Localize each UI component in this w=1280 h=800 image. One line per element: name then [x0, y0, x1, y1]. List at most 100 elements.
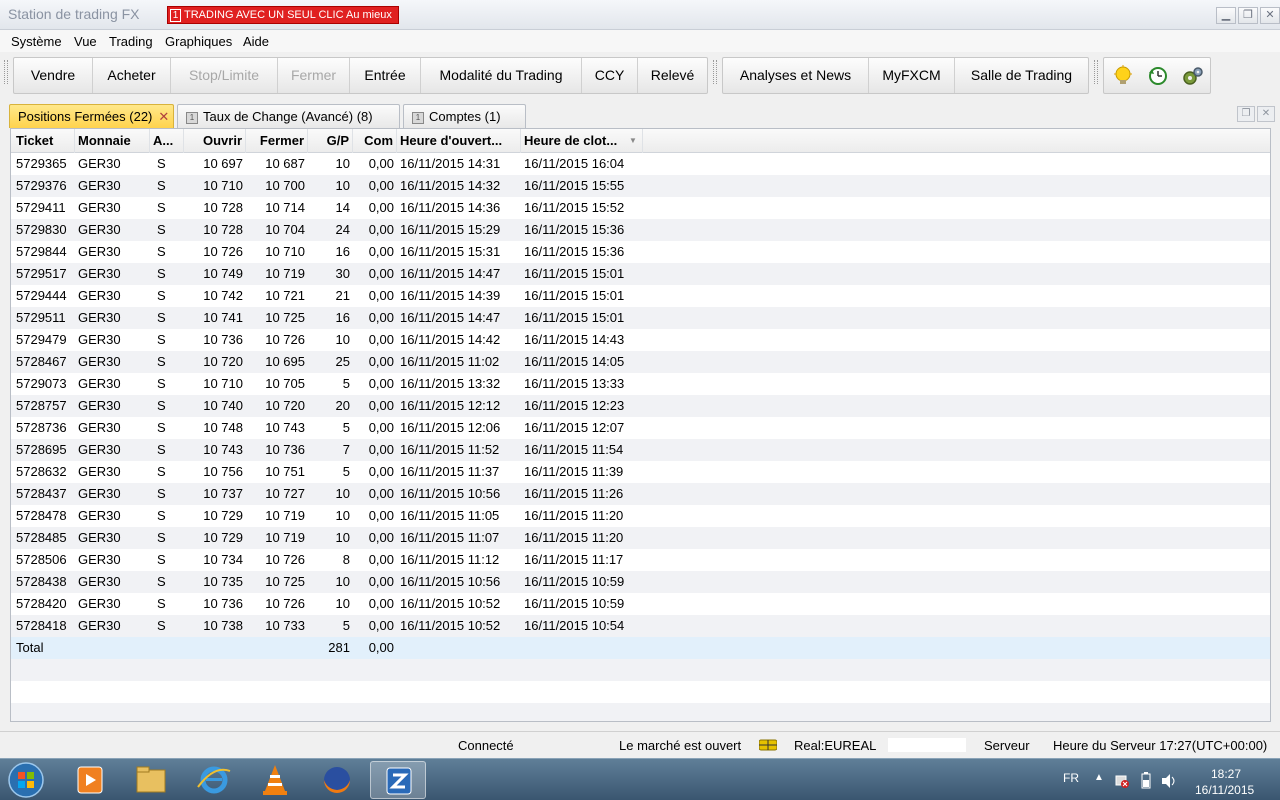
table-row[interactable]: 5729365 GER30 S 10 697 10 687 10 0,00 16/11/201…: [11, 153, 1270, 175]
releve-button[interactable]: Relevé: [638, 58, 707, 93]
table-row[interactable]: 5728437 GER30 S 10 737 10 727 10 0,00 16/11/201…: [11, 483, 1270, 505]
table-row[interactable]: 5729517 GER30 S 10 749 10 719 30 0,00 16/11/201…: [11, 263, 1270, 285]
column-header-ouvrir[interactable]: Ouvrir: [184, 129, 246, 153]
ccy-button[interactable]: CCY: [582, 58, 638, 93]
column-header-fermer[interactable]: Fermer: [246, 129, 308, 153]
network-warning-icon[interactable]: [1114, 773, 1130, 789]
clock-refresh-icon[interactable]: [1146, 64, 1170, 88]
clock-date[interactable]: 16/11/2015: [1195, 783, 1254, 797]
menu-trading[interactable]: Trading: [109, 34, 153, 49]
cell-ouvrir: 10 728: [203, 200, 243, 215]
column-header-heure-ouverture[interactable]: Heure d'ouvert...: [397, 129, 521, 153]
table-row[interactable]: 5728418 GER30 S 10 738 10 733 5 0,00 16/11/2015…: [11, 615, 1270, 637]
toolbar: Vendre Acheter Stop/Limite Fermer Entrée…: [0, 54, 1280, 96]
cell-gp: 5: [342, 420, 350, 435]
table-row[interactable]: 5728506 GER30 S 10 734 10 726 8 0,00 16/11/2015…: [11, 549, 1270, 571]
fxcm-app-icon[interactable]: [370, 761, 426, 799]
tab-positions-fermees[interactable]: Positions Fermées (22) ✕: [9, 104, 174, 128]
language-indicator[interactable]: FR: [1063, 771, 1079, 785]
cell-com: 0,00: [368, 530, 394, 545]
table-row[interactable]: 5729073 GER30 S 10 710 10 705 5 0,00 16/11/2015…: [11, 373, 1270, 395]
table-row[interactable]: 5729376 GER30 S 10 710 10 700 10 0,00 16/11/201…: [11, 175, 1270, 197]
table-row[interactable]: 5729830 GER30 S 10 728 10 704 24 0,00 16/11/201…: [11, 219, 1270, 241]
column-header-com[interactable]: Com: [353, 129, 397, 153]
cell-heure-ouverture: 16/11/2015 11:02: [400, 354, 500, 369]
one-click-trading-button[interactable]: 1 TRADING AVEC UN SEUL CLIC Au mieux: [167, 6, 399, 24]
vendre-button[interactable]: Vendre: [14, 58, 93, 93]
salle-trading-button[interactable]: Salle de Trading: [955, 58, 1088, 93]
table-row[interactable]: 5729444 GER30 S 10 742 10 721 21 0,00 16/11/201…: [11, 285, 1270, 307]
column-header-heure-cloture[interactable]: Heure de clot...: [521, 129, 643, 153]
tab-taux-de-change[interactable]: 1 Taux de Change (Avancé) (8): [177, 104, 400, 128]
table-row[interactable]: 5728467 GER30 S 10 720 10 695 25 0,00 16/11/201…: [11, 351, 1270, 373]
table-row[interactable]: 5729511 GER30 S 10 741 10 725 16 0,00 16/11/201…: [11, 307, 1270, 329]
cell-gp: 14: [335, 200, 350, 215]
gears-icon[interactable]: [1181, 64, 1205, 88]
cell-gp: 10: [335, 508, 350, 523]
toolbar-grip[interactable]: [4, 60, 8, 84]
battery-icon[interactable]: [1140, 772, 1152, 790]
windows-start-icon[interactable]: [2, 760, 50, 800]
cell-gp: 5: [342, 618, 350, 633]
panel-close-button[interactable]: ✕: [1257, 106, 1275, 122]
table-row[interactable]: 5728695 GER30 S 10 743 10 736 7 0,00 16/11/2015…: [11, 439, 1270, 461]
toolbar-grip[interactable]: [1094, 60, 1098, 84]
table-row[interactable]: 5728736 GER30 S 10 748 10 743 5 0,00 16/11/2015…: [11, 417, 1270, 439]
column-header-action[interactable]: A...: [150, 129, 184, 153]
tab-label: Taux de Change (Avancé) (8): [203, 109, 373, 124]
table-row[interactable]: 5729479 GER30 S 10 736 10 726 10 0,00 16/11/201…: [11, 329, 1270, 351]
table-row[interactable]: 5729844 GER30 S 10 726 10 710 16 0,00 16/11/201…: [11, 241, 1270, 263]
panel-restore-button[interactable]: ❐: [1237, 106, 1255, 122]
cell-action: S: [157, 310, 166, 325]
table-row[interactable]: 5728485 GER30 S 10 729 10 719 10 0,00 16/11/201…: [11, 527, 1270, 549]
cell-monnaie: GER30: [78, 596, 121, 611]
vlc-icon[interactable]: [247, 761, 303, 799]
menu-bar: Système Vue Trading Graphiques Aide: [0, 30, 1280, 52]
cell-com: 0,00: [368, 508, 394, 523]
table-row[interactable]: 5729411 GER30 S 10 728 10 714 14 0,00 16/11/201…: [11, 197, 1270, 219]
media-player-icon[interactable]: [62, 761, 118, 799]
menu-systeme[interactable]: Système: [11, 34, 62, 49]
column-header-monnaie[interactable]: Monnaie: [75, 129, 150, 153]
fermer-button[interactable]: Fermer: [278, 58, 350, 93]
close-tab-icon[interactable]: ✕: [158, 109, 169, 124]
tab-label: Comptes (1): [429, 109, 501, 124]
myfxcm-button[interactable]: MyFXCM: [869, 58, 955, 93]
cell-fermer: 10 705: [265, 376, 305, 391]
explorer-folder-icon[interactable]: [123, 761, 179, 799]
table-row[interactable]: 5728757 GER30 S 10 740 10 720 20 0,00 16/11/201…: [11, 395, 1270, 417]
show-hidden-icons-icon[interactable]: ▲: [1094, 772, 1104, 783]
table-row[interactable]: 5728478 GER30 S 10 729 10 719 10 0,00 16/11/201…: [11, 505, 1270, 527]
firefox-icon[interactable]: [309, 761, 365, 799]
toolbar-grip[interactable]: [713, 60, 717, 84]
column-header-ticket[interactable]: Ticket: [13, 129, 75, 153]
cell-com: 0,00: [368, 574, 394, 589]
cell-com: 0,00: [368, 332, 394, 347]
stop-limite-button[interactable]: Stop/Limite: [171, 58, 278, 93]
modalite-trading-button[interactable]: Modalité du Trading: [421, 58, 582, 93]
cell-gp: 16: [335, 310, 350, 325]
column-header-gp[interactable]: G/P: [308, 129, 353, 153]
cell-ouvrir: 10 740: [203, 398, 243, 413]
cell-com: 0,00: [368, 376, 394, 391]
cell-heure-ouverture: 16/11/2015 14:39: [400, 288, 501, 303]
lightbulb-icon[interactable]: [1111, 64, 1135, 88]
tab-comptes[interactable]: 1 Comptes (1): [403, 104, 526, 128]
entree-button[interactable]: Entrée: [350, 58, 421, 93]
table-row[interactable]: 5728632 GER30 S 10 756 10 751 5 0,00 16/11/2015…: [11, 461, 1270, 483]
analyses-news-button[interactable]: Analyses et News: [723, 58, 869, 93]
clock-time[interactable]: 18:27: [1211, 767, 1241, 781]
internet-explorer-icon[interactable]: [186, 761, 242, 799]
cell-fermer: 10 751: [265, 464, 305, 479]
acheter-button[interactable]: Acheter: [93, 58, 171, 93]
menu-aide[interactable]: Aide: [243, 34, 269, 49]
menu-graphiques[interactable]: Graphiques: [165, 34, 232, 49]
close-button[interactable]: ✕: [1260, 7, 1280, 24]
table-row[interactable]: 5728420 GER30 S 10 736 10 726 10 0,00 16/11/201…: [11, 593, 1270, 615]
volume-icon[interactable]: [1160, 773, 1178, 789]
menu-vue[interactable]: Vue: [74, 34, 97, 49]
minimize-button[interactable]: ▁: [1216, 7, 1236, 24]
restore-button[interactable]: ❐: [1238, 7, 1258, 24]
sort-descending-icon[interactable]: ▼: [629, 129, 637, 153]
table-row[interactable]: 5728438 GER30 S 10 735 10 725 10 0,00 16/11/201…: [11, 571, 1270, 593]
